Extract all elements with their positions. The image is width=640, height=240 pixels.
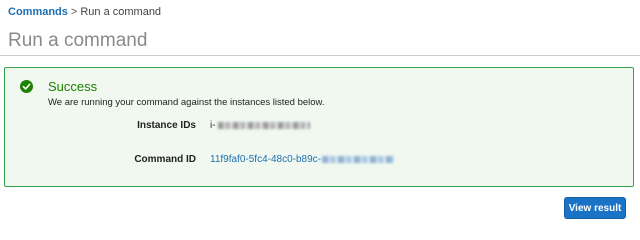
redacted-instance-id — [217, 121, 310, 129]
instance-ids-value: i- — [210, 120, 310, 131]
command-id-prefix: 11f9faf0-5fc4-48c0-b89c- — [210, 154, 321, 165]
breadcrumb: Commands > Run a command — [8, 6, 161, 18]
redacted-command-id — [322, 155, 394, 163]
page-title: Run a command — [8, 30, 148, 51]
breadcrumb-current: Run a command — [80, 6, 162, 18]
check-circle-icon — [20, 80, 33, 93]
title-divider — [0, 55, 640, 56]
breadcrumb-link-commands[interactable]: Commands — [8, 6, 68, 18]
view-result-button[interactable]: View result — [564, 197, 626, 219]
instance-ids-label: Instance IDs — [137, 120, 196, 131]
alert-message: We are running your command against the … — [48, 97, 325, 108]
command-id-link[interactable]: 11f9faf0-5fc4-48c0-b89c- — [210, 154, 394, 165]
alert-title: Success — [48, 79, 98, 94]
instance-id-prefix: i- — [210, 120, 216, 131]
breadcrumb-separator: > — [70, 6, 78, 18]
command-id-label: Command ID — [134, 154, 196, 165]
